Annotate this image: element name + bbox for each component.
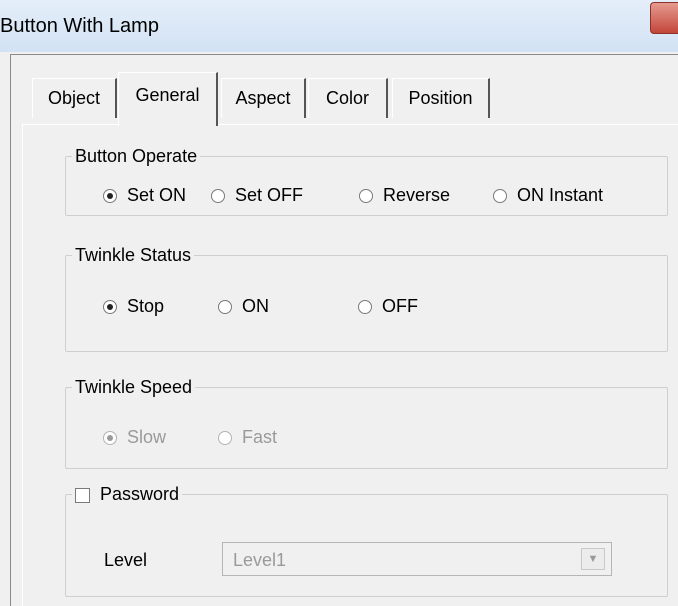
radio-label: ON Instant <box>517 185 604 205</box>
radio-circle <box>218 430 232 445</box>
radio-circle <box>103 188 117 203</box>
radio-label: OFF <box>382 296 418 316</box>
radio-twinkle-on[interactable]: ON <box>218 296 269 317</box>
tab-general[interactable]: General <box>118 72 218 126</box>
tab-label: General <box>135 85 200 105</box>
password-toggle[interactable]: Password <box>72 484 182 505</box>
radio-circle <box>359 188 373 203</box>
level-select-value: Level1 <box>233 550 287 570</box>
radio-fast: Fast <box>218 427 277 448</box>
radio-label: Set ON <box>127 185 187 205</box>
password-label: Password <box>100 484 180 504</box>
tab-object[interactable]: Object <box>32 78 117 118</box>
twinkle-speed-group: Twinkle Speed <box>65 377 668 469</box>
tab-label: Color <box>325 88 369 108</box>
window-title: Button With Lamp <box>0 15 159 37</box>
chevron-down-icon: ▼ <box>581 548 605 570</box>
group-legend: Twinkle Speed <box>75 377 193 397</box>
radio-circle <box>358 299 372 314</box>
radio-circle <box>103 299 117 314</box>
level-label: Level <box>104 550 148 570</box>
radio-label: Fast <box>242 427 278 447</box>
radio-on-instant[interactable]: ON Instant <box>493 185 603 206</box>
tab-label: Aspect <box>235 88 291 108</box>
radio-circle <box>103 430 117 445</box>
radio-reverse[interactable]: Reverse <box>359 185 450 206</box>
radio-set-on[interactable]: Set ON <box>103 185 186 206</box>
level-select: Level1 ▼ <box>222 542 612 576</box>
radio-circle <box>218 299 232 314</box>
radio-label: Slow <box>127 427 167 447</box>
password-group: Password <box>65 484 668 597</box>
group-legend: Button Operate <box>75 146 198 166</box>
radio-twinkle-off[interactable]: OFF <box>358 296 418 317</box>
tab-aspect[interactable]: Aspect <box>221 78 306 118</box>
group-legend: Twinkle Status <box>75 245 192 265</box>
radio-label: Reverse <box>383 185 451 205</box>
radio-label: Set OFF <box>235 185 304 205</box>
close-button[interactable] <box>650 2 678 34</box>
radio-label: ON <box>242 296 269 316</box>
radio-stop[interactable]: Stop <box>103 296 164 317</box>
radio-set-off[interactable]: Set OFF <box>211 185 303 206</box>
tab-color[interactable]: Color <box>308 78 388 118</box>
radio-circle <box>211 188 225 203</box>
title-bar: Button With Lamp <box>0 0 678 52</box>
tab-label: Object <box>47 88 101 108</box>
tab-position[interactable]: Position <box>392 78 490 118</box>
radio-label: Stop <box>127 296 165 316</box>
password-checkbox[interactable] <box>75 487 90 503</box>
tab-label: Position <box>408 88 473 108</box>
radio-slow: Slow <box>103 427 166 448</box>
radio-circle <box>493 188 507 203</box>
